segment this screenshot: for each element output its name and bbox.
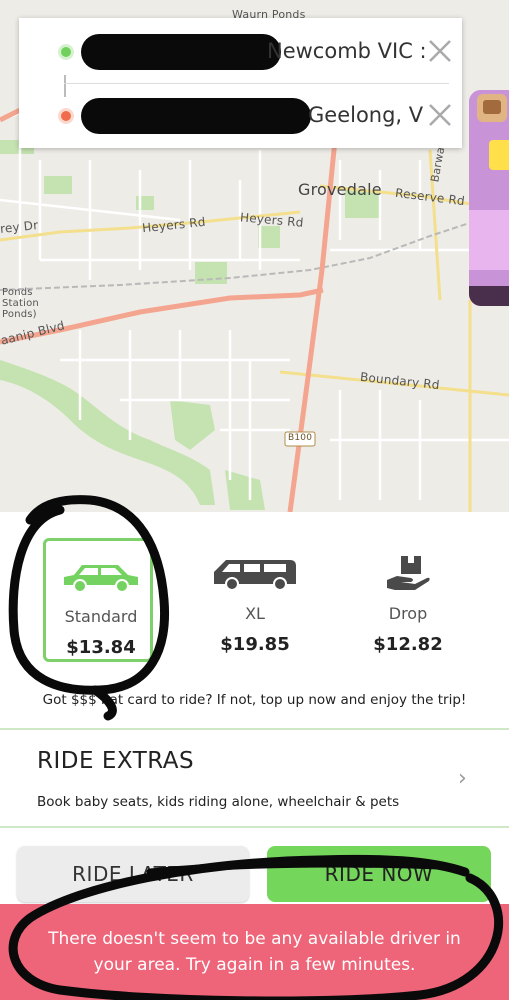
vehicle-option-xl[interactable]: XL $19.85 xyxy=(200,538,310,662)
error-toast-message: There doesn't seem to be any available d… xyxy=(48,929,461,975)
error-toast: There doesn't seem to be any available d… xyxy=(0,904,509,1000)
redacted-dropoff-address xyxy=(81,98,311,134)
route-divider xyxy=(64,83,449,84)
ride-now-button[interactable]: RIDE NOW xyxy=(267,846,491,902)
van-icon xyxy=(214,560,296,591)
pickup-address-text[interactable]: Newcomb VIC : xyxy=(267,39,425,63)
vehicle-name: Drop xyxy=(388,604,428,623)
vehicle-price: $12.82 xyxy=(373,634,443,655)
package-hand-icon xyxy=(387,556,430,590)
vehicle-option-standard[interactable]: Standard $13.84 xyxy=(43,538,153,662)
vehicle-price: $13.84 xyxy=(66,637,136,658)
ride-extras-title: RIDE EXTRAS xyxy=(37,748,195,774)
ride-extras-row[interactable]: RIDE EXTRAS Book baby seats, kids riding… xyxy=(0,728,509,828)
route-card: Newcomb VIC : Geelong, V xyxy=(19,18,462,148)
vehicle-price: $19.85 xyxy=(220,634,290,655)
video-overlay[interactable] xyxy=(469,90,509,306)
car-icon xyxy=(64,565,138,593)
ride-later-button[interactable]: RIDE LATER xyxy=(17,846,249,902)
vehicle-name: XL xyxy=(245,604,265,623)
redacted-pickup-address xyxy=(81,34,281,70)
vehicle-name: Standard xyxy=(64,607,138,626)
video-thumbnail xyxy=(469,90,509,306)
dropoff-row[interactable]: Geelong, V xyxy=(19,94,462,138)
topup-note[interactable]: Got $$$ hat card to ride? If not, top up… xyxy=(0,692,509,708)
route-shield-b100: B100 xyxy=(288,433,313,443)
map-label-ponds-station: Ponds Station Ponds) xyxy=(2,287,39,320)
clear-pickup-close-icon[interactable] xyxy=(427,38,453,64)
vehicle-selector: Standard $13.84 XL $19.85 Drop $12.82 Go… xyxy=(0,512,509,728)
dropoff-dot-icon xyxy=(58,108,74,124)
action-bar: RIDE LATER RIDE NOW xyxy=(0,828,509,904)
clear-dropoff-close-icon[interactable] xyxy=(427,102,453,128)
vehicle-option-drop[interactable]: Drop $12.82 xyxy=(353,538,463,662)
map-label-grovedale: Grovedale xyxy=(298,180,382,199)
chevron-right-icon: › xyxy=(458,766,467,791)
ride-extras-description: Book baby seats, kids riding alone, whee… xyxy=(37,794,400,810)
dropoff-address-text[interactable]: Geelong, V xyxy=(308,103,425,127)
pickup-row[interactable]: Newcomb VIC : xyxy=(19,30,462,74)
pickup-dot-icon xyxy=(58,44,74,60)
